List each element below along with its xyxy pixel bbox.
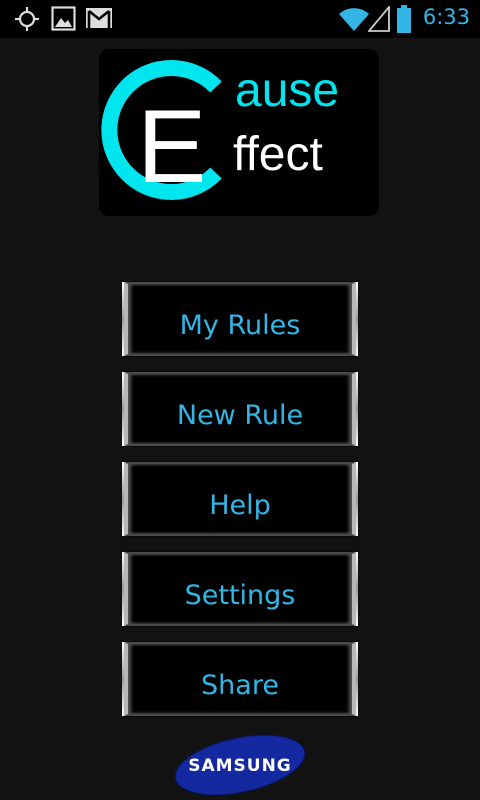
new-rule-button[interactable]: New Rule [122, 372, 358, 446]
wifi-icon [339, 8, 369, 31]
image-icon [51, 6, 76, 31]
cause-effect-logo: E ause ffect [99, 49, 379, 216]
battery-icon [397, 5, 411, 33]
status-bar: 6:33 [0, 0, 480, 38]
samsung-logo: SAMSUNG [174, 734, 306, 796]
help-button[interactable]: Help [122, 462, 358, 536]
settings-button[interactable]: Settings [122, 552, 358, 626]
gmail-icon [86, 8, 112, 28]
logo-word-cause: ause [235, 64, 340, 117]
logo-word-effect: ffect [233, 128, 323, 181]
samsung-wordmark: SAMSUNG [188, 756, 292, 776]
my-rules-button[interactable]: My Rules [122, 282, 358, 356]
signal-icon [368, 6, 390, 32]
clock: 6:33 [422, 5, 470, 29]
logo-letter-e: E [137, 89, 207, 205]
gps-icon [15, 7, 39, 31]
share-button[interactable]: Share [122, 642, 358, 716]
